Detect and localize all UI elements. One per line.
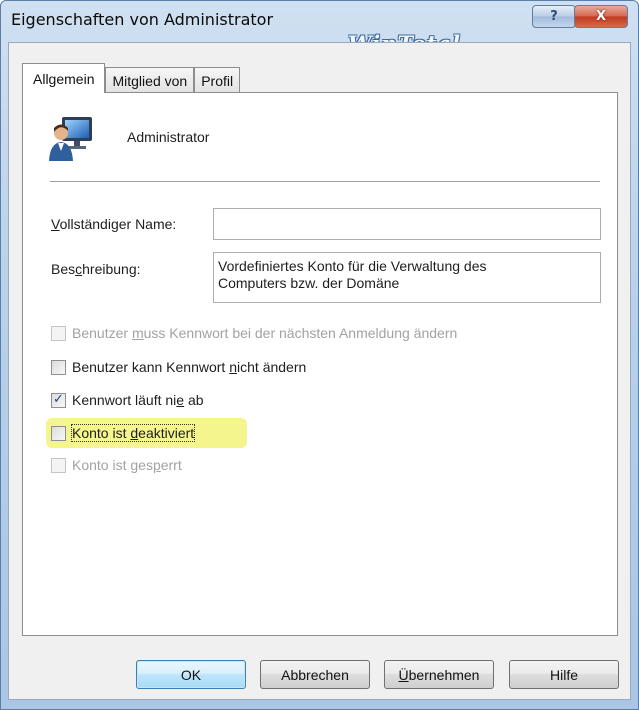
description-label: Beschreibung: [51,261,141,277]
close-icon: X [595,9,607,24]
description-line-1: Vordefiniertes Konto für die Verwaltung … [218,258,487,274]
checkbox-account-locked[interactable]: Konto ist gesperrt [51,455,182,475]
checkbox-box[interactable] [51,359,66,375]
checkbox-box[interactable] [51,425,66,441]
ok-button[interactable]: OK [136,660,246,689]
close-button[interactable]: X [574,5,628,28]
checkbox-label: Kennwort läuft nie ab [72,392,204,408]
full-name-input[interactable] [213,208,601,240]
checkbox-label: Benutzer muss Kennwort bei der nächsten … [72,325,458,341]
help-title-button[interactable]: ? [532,5,576,28]
tab-allgemein[interactable]: Allgemein [22,63,106,93]
checkbox-label: Konto ist gesperrt [72,457,182,473]
tab-mitglied-von[interactable]: Mitglied von [105,67,195,93]
checkmark-icon: ✓ [53,390,64,406]
account-name: Administrator [127,129,210,145]
title-bar[interactable]: Eigenschaften von Administrator ? X [1,1,638,41]
checkbox-label: Konto ist deaktiviert [70,424,196,442]
description-line-2: Computers bzw. der Domäne [218,275,400,291]
full-name-label: Vollständiger Name: [51,216,177,232]
checkbox-label: Benutzer kann Kennwort nicht ändern [72,359,307,375]
tab-profil[interactable]: Profil [194,67,241,93]
apply-button[interactable]: Übernehmen [384,660,494,689]
separator [50,181,600,183]
tab-strip: Allgemein Mitglied von Profil [22,63,241,93]
checkbox-must-change-password[interactable]: Benutzer muss Kennwort bei der nächsten … [51,323,457,343]
description-input[interactable]: Vordefiniertes Konto für die Verwaltung … [213,252,601,303]
question-mark-icon: ? [550,9,558,24]
checkbox-account-disabled[interactable]: Konto ist deaktiviert [51,423,196,443]
checkbox-box[interactable] [51,457,66,473]
window-title: Eigenschaften von Administrator [11,10,274,29]
user-account-icon [49,117,92,161]
help-button[interactable]: Hilfe [509,660,619,689]
checkbox-cannot-change-password[interactable]: Benutzer kann Kennwort nicht ändern [51,357,306,377]
cancel-button[interactable]: Abbrechen [260,660,370,689]
checkbox-password-never-expires[interactable]: ✓ Kennwort läuft nie ab [51,390,204,410]
checkbox-box[interactable] [51,325,66,341]
checkbox-box[interactable]: ✓ [51,390,66,408]
